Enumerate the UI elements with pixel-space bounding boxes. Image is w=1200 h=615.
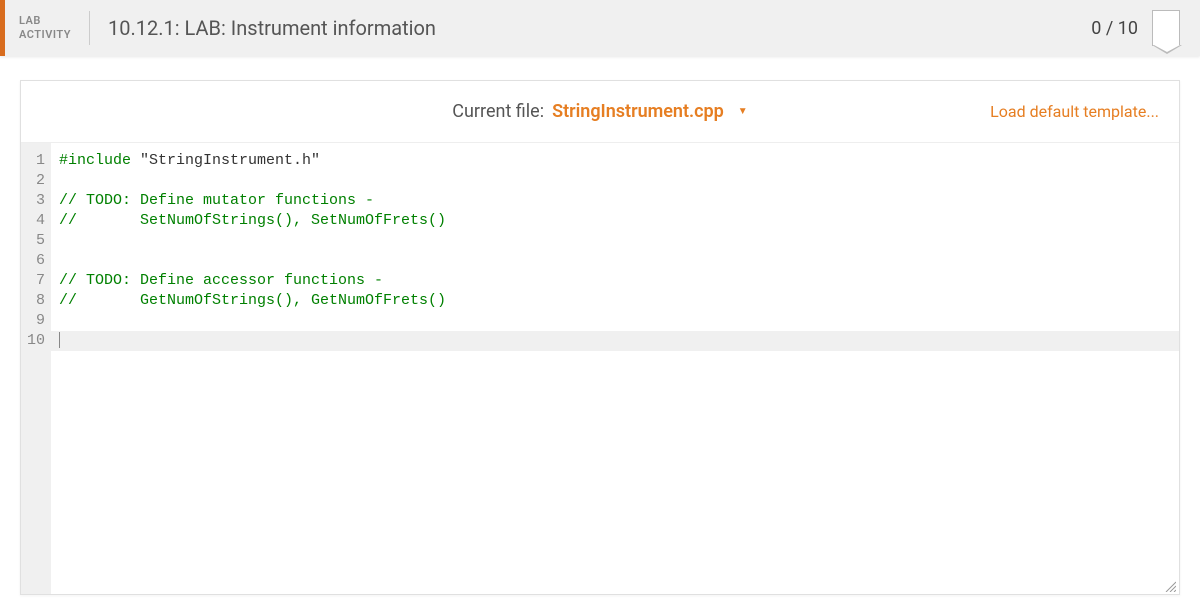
resize-handle-icon[interactable] [1164,579,1176,591]
code-line[interactable]: #include "StringInstrument.h" [59,151,1179,171]
load-default-template-link[interactable]: Load default template... [990,102,1159,121]
line-number: 3 [21,191,45,211]
code-editor: Current file: StringInstrument.cpp ▼ Loa… [20,80,1180,595]
code-line[interactable] [59,331,1179,351]
code-area[interactable]: 12345678910 #include "StringInstrument.h… [21,143,1179,594]
code-line[interactable]: // GetNumOfStrings(), GetNumOfFrets() [59,291,1179,311]
line-number: 10 [21,331,45,351]
code-lines[interactable]: #include "StringInstrument.h" // TODO: De… [51,143,1179,594]
line-number: 9 [21,311,45,331]
current-file-label: Current file: [452,101,544,122]
line-number: 5 [21,231,45,251]
code-line[interactable] [59,231,1179,251]
code-line[interactable]: // TODO: Define accessor functions - [59,271,1179,291]
code-line[interactable]: // SetNumOfStrings(), SetNumOfFrets() [59,211,1179,231]
line-number: 8 [21,291,45,311]
chevron-down-icon: ▼ [738,106,748,117]
text-cursor [59,332,60,348]
bookmark-icon[interactable] [1152,10,1180,46]
lab-title: 10.12.1: LAB: Instrument information [90,16,1091,40]
code-line[interactable]: // TODO: Define mutator functions - [59,191,1179,211]
code-line[interactable] [59,251,1179,271]
editor-header: Current file: StringInstrument.cpp ▼ Loa… [21,81,1179,143]
line-number: 1 [21,151,45,171]
line-number: 7 [21,271,45,291]
line-number: 6 [21,251,45,271]
file-selector[interactable]: Current file: StringInstrument.cpp ▼ [452,101,747,122]
line-gutter: 12345678910 [21,143,51,594]
line-number: 2 [21,171,45,191]
code-line[interactable] [59,311,1179,331]
current-file-name: StringInstrument.cpp [552,101,724,122]
line-number: 4 [21,211,45,231]
code-line[interactable] [59,171,1179,191]
lab-header: LAB ACTIVITY 10.12.1: LAB: Instrument in… [0,0,1200,56]
score-display: 0 / 10 [1091,18,1138,39]
activity-type-label: LAB ACTIVITY [5,11,90,45]
